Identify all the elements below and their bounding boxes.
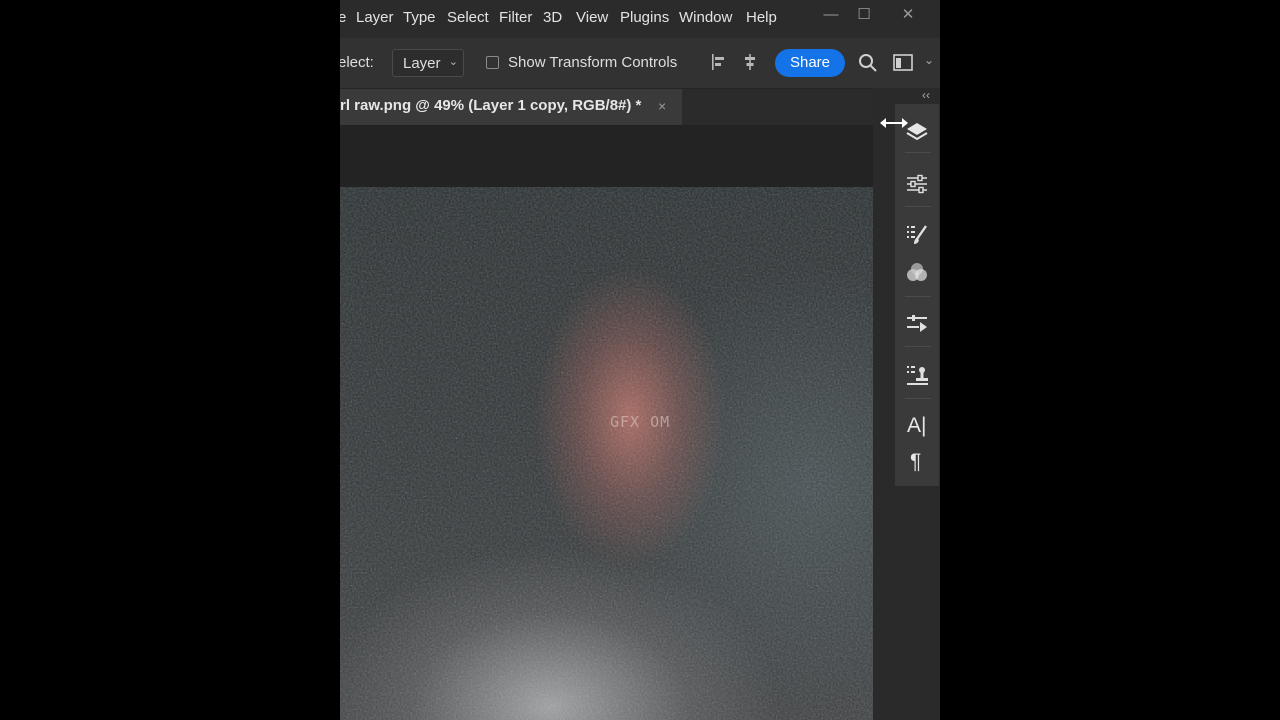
color-icon[interactable]: [905, 261, 929, 285]
properties-icon[interactable]: [905, 312, 929, 336]
auto-select-label: elect:: [340, 54, 374, 71]
align-left-icon[interactable]: [710, 53, 728, 71]
menu-window[interactable]: Window: [679, 9, 732, 26]
document-tab[interactable]: rl raw.png @ 49% (Layer 1 copy, RGB/8#) …: [340, 89, 682, 125]
show-transform-checkbox[interactable]: [486, 56, 499, 69]
photoshop-window: e Layer Type Select Filter 3D View Plugi…: [340, 0, 940, 720]
panel-separator: [905, 152, 931, 153]
canvas-image[interactable]: GFX OM: [340, 187, 873, 720]
menu-3d[interactable]: 3D: [543, 9, 562, 26]
menu-type[interactable]: Type: [403, 9, 436, 26]
character-icon[interactable]: A|: [907, 414, 926, 438]
menu-layer[interactable]: Layer: [356, 9, 394, 26]
menu-plugins[interactable]: Plugins: [620, 9, 669, 26]
panel-separator: [905, 206, 931, 207]
search-icon[interactable]: [858, 53, 878, 73]
show-transform-label[interactable]: Show Transform Controls: [508, 54, 677, 71]
workspace-chevron-icon[interactable]: ⌄: [924, 53, 934, 67]
layers-icon[interactable]: [905, 120, 929, 144]
adjustments-icon[interactable]: [905, 172, 929, 196]
brush-settings-icon[interactable]: [905, 223, 929, 247]
align-center-icon[interactable]: [741, 53, 759, 71]
menu-edit-cut[interactable]: e: [340, 9, 346, 26]
glass-texture: [340, 187, 873, 720]
document-tab-title: rl raw.png @ 49% (Layer 1 copy, RGB/8#) …: [340, 97, 642, 114]
panel-separator: [905, 346, 931, 347]
clone-source-icon[interactable]: [905, 363, 929, 387]
workspace-icon[interactable]: [893, 54, 915, 72]
chevron-down-icon: ⌄: [448, 56, 458, 68]
options-bar: elect: Layer ⌄ Show Transform Controls S…: [340, 38, 940, 89]
collapse-panels-icon[interactable]: ‹‹: [922, 88, 930, 102]
menu-select[interactable]: Select: [447, 9, 489, 26]
close-tab-icon[interactable]: ×: [658, 98, 666, 114]
menu-bar: e Layer Type Select Filter 3D View Plugi…: [340, 0, 940, 38]
watermark: GFX OM: [610, 413, 671, 431]
minimize-button[interactable]: —: [816, 4, 846, 26]
paragraph-icon[interactable]: ¶: [910, 450, 921, 474]
panel-separator: [905, 398, 931, 399]
close-button[interactable]: ✕: [893, 4, 923, 26]
resize-cursor-icon: [880, 118, 908, 128]
menu-filter[interactable]: Filter: [499, 9, 532, 26]
auto-select-value: Layer: [403, 55, 441, 72]
pasteboard[interactable]: GFX OM: [340, 125, 873, 720]
share-button[interactable]: Share: [775, 49, 845, 77]
panel-separator: [905, 296, 931, 297]
maximize-button[interactable]: ☐: [849, 4, 879, 26]
menu-view[interactable]: View: [576, 9, 608, 26]
auto-select-dropdown[interactable]: Layer ⌄: [392, 49, 464, 77]
document-tab-bar: rl raw.png @ 49% (Layer 1 copy, RGB/8#) …: [340, 89, 894, 125]
menu-help[interactable]: Help: [746, 9, 777, 26]
